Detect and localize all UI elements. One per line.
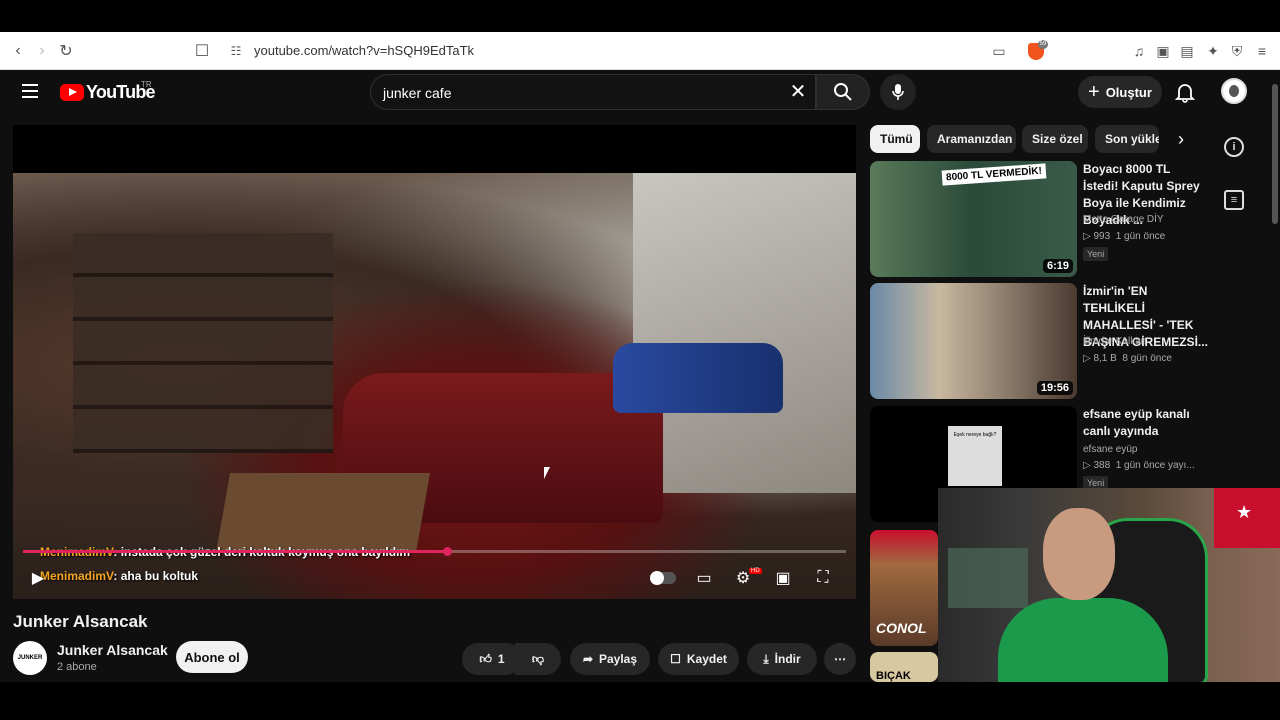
thumbnail[interactable]: 8000 TL VERMEDİK! 6:19: [870, 161, 1077, 277]
thumbnail[interactable]: 19:56: [870, 283, 1077, 399]
os-bottom-strip: [0, 682, 1280, 720]
dislike-button[interactable]: 👎︎: [515, 643, 561, 675]
recommendation-item[interactable]: 19:56 İzmir'in 'EN TEHLİKELİ MAHALLESİ' …: [870, 283, 1208, 403]
recommendation-meta: ▷ 8,1 B 8 gün önce: [1083, 353, 1172, 364]
menu-icon[interactable]: ≡: [1253, 42, 1271, 60]
thumbs-down-icon: 👎︎: [531, 651, 545, 666]
account-avatar[interactable]: [1221, 78, 1247, 104]
reload-icon[interactable]: ↻: [56, 41, 76, 61]
autoplay-toggle[interactable]: [650, 571, 676, 585]
chip-from-search[interactable]: Aramanızdan: [927, 125, 1016, 153]
voice-search-button[interactable]: [880, 74, 916, 110]
subscribe-button[interactable]: Abone ol: [176, 641, 248, 673]
play-icon[interactable]: ▶: [27, 567, 49, 589]
search-button[interactable]: [816, 74, 870, 110]
video-title: Junker Alsancak: [13, 612, 148, 631]
thumbs-up-icon: 👍︎: [479, 651, 492, 666]
share-icon: ➦: [582, 652, 593, 666]
search-icon: [834, 83, 852, 101]
recommendation-channel: İlimdar Kalkan: [1083, 336, 1147, 347]
hamburger-menu-icon[interactable]: [22, 84, 38, 98]
duration-badge: 6:19: [1042, 259, 1073, 273]
brave-shields-count: 59: [1038, 40, 1048, 49]
fullscreen-icon[interactable]: ⛶: [812, 567, 834, 589]
download-button[interactable]: ⤓ İndir: [747, 643, 817, 675]
forward-icon[interactable]: ›: [32, 41, 52, 61]
mouse-cursor: [544, 467, 550, 479]
more-actions-button[interactable]: ⋯: [824, 643, 856, 675]
recommendation-meta: ▷ 993 1 gün önce: [1083, 231, 1166, 242]
browser-toolbar: ‹ › ↻ ☐ ☷ youtube.com/watch?v=hSQH9EdTaT…: [0, 32, 1280, 70]
notifications-bell-icon[interactable]: [1174, 81, 1196, 103]
bookmark-icon: ☐: [670, 652, 681, 666]
music-icon[interactable]: ♫: [1130, 42, 1148, 60]
create-button[interactable]: + Oluştur: [1078, 76, 1162, 108]
country-code: TR: [141, 80, 152, 89]
chip-for-you[interactable]: Size özel: [1022, 125, 1088, 153]
recommendation-title: efsane eyüp kanalı canlı yayında: [1083, 407, 1190, 438]
microphone-icon: [892, 84, 904, 100]
os-top-strip: [0, 0, 1280, 32]
streamer-body: [998, 598, 1168, 686]
hd-badge: HD: [749, 568, 762, 574]
clear-search-icon[interactable]: ✕: [787, 81, 809, 103]
streamer-head: [1043, 508, 1115, 600]
channel-avatar[interactable]: JUNKER: [13, 641, 47, 675]
recommendation-item[interactable]: 8000 TL VERMEDİK! 6:19 Boyacı 8000 TL İs…: [870, 161, 1200, 281]
duration-badge: 19:56: [1036, 381, 1073, 395]
thumbnail[interactable]: CONOL: [870, 530, 938, 646]
search-query: junker cafe: [383, 85, 452, 101]
turkish-flag: [1214, 488, 1280, 548]
cast-icon[interactable]: ▭: [990, 42, 1008, 60]
video-frame: [13, 173, 856, 599]
channel-name[interactable]: Junker Alsancak: [57, 642, 168, 658]
chip-all[interactable]: Tümü: [870, 125, 920, 153]
chat-overlay-line: MenimadimV: aha bu koltuk: [40, 569, 199, 583]
leo-ai-icon[interactable]: ✦: [1204, 42, 1222, 60]
theater-mode-icon[interactable]: ▣: [772, 567, 794, 589]
progress-bar[interactable]: [23, 547, 846, 556]
like-button[interactable]: 👍︎ 1: [462, 643, 522, 675]
back-icon[interactable]: ‹: [8, 41, 28, 61]
thumbnail[interactable]: BIÇAK: [870, 652, 938, 682]
download-icon: ⤓: [763, 651, 769, 666]
vpn-icon[interactable]: ⛨: [1228, 42, 1246, 60]
save-button[interactable]: ☐ Kaydet: [658, 643, 739, 675]
recommendation-channel: efsane eyüp: [1083, 444, 1138, 455]
info-icon[interactable]: i: [1224, 137, 1244, 157]
share-button[interactable]: ➦ Paylaş: [570, 643, 650, 675]
plus-icon: +: [1088, 80, 1100, 103]
search-input[interactable]: junker cafe ✕: [370, 74, 816, 110]
wallet-icon[interactable]: ▤: [1178, 42, 1196, 60]
progress-scrubber[interactable]: [442, 547, 452, 556]
sidebar-icon[interactable]: ▣: [1154, 42, 1172, 60]
youtube-play-icon: [60, 84, 84, 101]
recommendation-meta: ▷ 388 1 gün önce yayı...: [1083, 460, 1195, 471]
bookmark-icon[interactable]: ☐: [192, 41, 212, 61]
recommendation-channel: Motto Garage DİY: [1083, 214, 1164, 225]
webcam-overlay: [938, 488, 1280, 686]
address-bar[interactable]: youtube.com/watch?v=hSQH9EdTaTk: [254, 43, 474, 58]
subtitles-icon[interactable]: ▭: [693, 567, 715, 589]
chip-recently-uploaded[interactable]: Son yükle: [1095, 125, 1159, 153]
chevron-right-icon[interactable]: ›: [1170, 128, 1192, 150]
chat-icon[interactable]: ≡: [1224, 190, 1244, 210]
subscriber-count: 2 abone: [57, 661, 97, 673]
youtube-logo[interactable]: YouTube TR: [60, 80, 156, 103]
video-player[interactable]: MenimadimV: instada çok güzel deri koltu…: [13, 125, 856, 599]
new-badge: Yeni: [1083, 247, 1109, 261]
more-horizontal-icon: ⋯: [834, 652, 846, 666]
site-settings-icon[interactable]: ☷: [226, 41, 246, 61]
